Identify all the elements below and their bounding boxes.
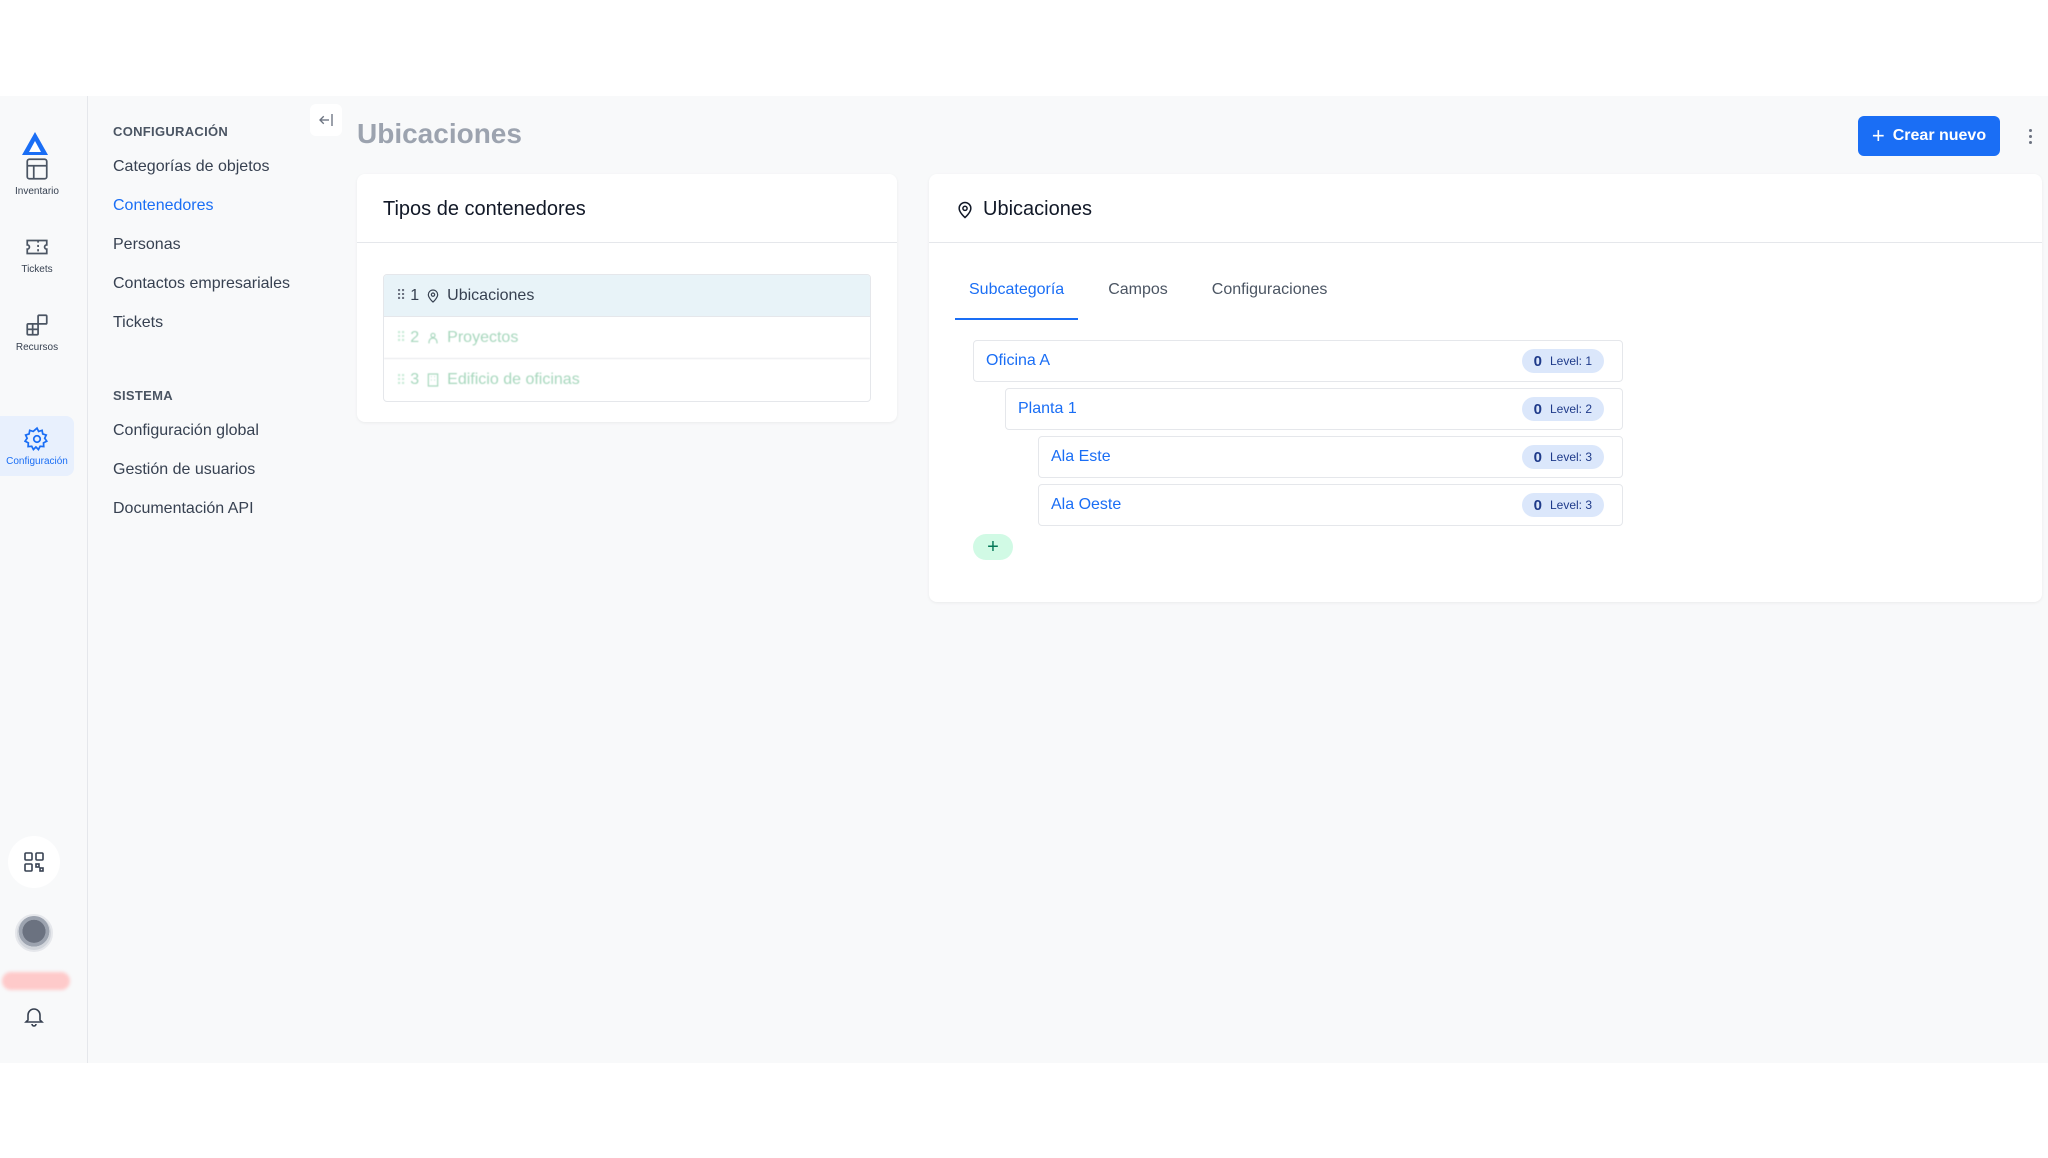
tree-item-label: Planta 1	[1018, 400, 1077, 417]
tab-subcategoria[interactable]: Subcategoría	[955, 274, 1079, 320]
rail-item-inventario[interactable]: Inventario	[0, 146, 74, 206]
section-heading-configuracion: CONFIGURACIÓN	[113, 124, 229, 139]
tree-item-label: Ala Oeste	[1051, 496, 1122, 513]
drag-handle-icon[interactable]: ⠿	[396, 287, 406, 304]
create-new-button[interactable]: + Crear nuevo	[1858, 116, 2000, 156]
card-title: Ubicaciones	[955, 198, 1092, 221]
kebab-dot	[2028, 134, 2032, 138]
nav-item-gestion-usuarios[interactable]: Gestión de usuarios	[113, 461, 255, 479]
container-types-card: Tipos de contenedores ⠿ 1 Ubicaciones ⠿ …	[357, 174, 897, 422]
icon-rail: Inventario Tickets Recursos Configuració…	[0, 96, 88, 1063]
item-count: 0	[1533, 352, 1542, 370]
group-icon	[428, 332, 438, 343]
tree-item-planta-1[interactable]: Planta 1 0 Level: 2	[1005, 388, 1623, 430]
create-new-label: Crear nuevo	[1892, 127, 1987, 144]
tab-configuraciones[interactable]: Configuraciones	[1198, 274, 1342, 320]
card-title: Tipos de contenedores	[383, 198, 586, 220]
level-badge: 0 Level: 3	[1521, 445, 1604, 469]
table-grid-icon	[26, 157, 48, 180]
nav-item-documentacion-api[interactable]: Documentación API	[113, 500, 254, 518]
blocks-icon	[26, 313, 48, 336]
arrow-left-bar-icon	[319, 114, 333, 126]
settings-sidebar: CONFIGURACIÓN Categorías de objetos Cont…	[88, 96, 346, 1063]
qr-code-icon	[24, 852, 44, 872]
map-pin-icon	[958, 201, 972, 218]
card-divider	[357, 242, 897, 243]
container-type-row[interactable]: ⠿ 3 Edificio de oficinas	[384, 359, 870, 401]
tree-item-ala-oeste[interactable]: Ala Oeste 0 Level: 3	[1038, 484, 1623, 526]
level-badge: 0 Level: 3	[1521, 493, 1604, 517]
container-type-list: ⠿ 1 Ubicaciones ⠿ 2 Proyectos ⠿ 3 Edific…	[383, 274, 871, 402]
type-name: Edificio de oficinas	[447, 371, 580, 388]
type-number: 2	[410, 328, 420, 346]
rail-label: Inventario	[15, 185, 59, 197]
tree-item-label: Oficina A	[986, 352, 1051, 369]
add-subcategory-button[interactable]: +	[973, 534, 1013, 560]
locations-card: Ubicaciones Subcategoría Campos Configur…	[929, 174, 2042, 602]
more-options-button[interactable]	[2020, 120, 2040, 152]
card-divider	[929, 242, 2042, 243]
nav-item-tickets[interactable]: Tickets	[113, 314, 163, 332]
level-label: Level: 2	[1549, 402, 1592, 416]
level-label: Level: 1	[1549, 354, 1592, 368]
nav-item-configuracion-global[interactable]: Configuración global	[113, 422, 259, 440]
item-count: 0	[1533, 448, 1542, 466]
level-badge: 0 Level: 2	[1521, 397, 1604, 421]
map-pin-icon	[427, 288, 439, 303]
rail-item-recursos[interactable]: Recursos	[0, 302, 74, 362]
tree-item-label: Ala Este	[1051, 448, 1111, 465]
container-type-row[interactable]: ⠿ 1 Ubicaciones	[384, 275, 870, 317]
collapse-sidebar-button[interactable]	[310, 104, 342, 136]
tab-campos[interactable]: Campos	[1094, 274, 1182, 320]
item-count: 0	[1533, 496, 1542, 514]
nav-item-personas[interactable]: Personas	[113, 236, 181, 254]
bell-icon	[24, 1008, 44, 1027]
page-title: Ubicaciones	[357, 118, 522, 149]
tab-bar: Subcategoría Campos Configuraciones	[955, 274, 1357, 320]
user-avatar[interactable]	[15, 914, 53, 952]
app-window: Inventario Tickets Recursos Configuració…	[0, 96, 2048, 1063]
environment-badge	[2, 972, 70, 990]
nav-item-contenedores[interactable]: Contenedores	[113, 197, 214, 215]
kebab-dot	[2028, 140, 2032, 144]
tree-item-ala-este[interactable]: Ala Este 0 Level: 3	[1038, 436, 1623, 478]
plus-icon: +	[1871, 123, 1885, 148]
nav-item-contactos[interactable]: Contactos empresariales	[113, 275, 290, 293]
building-icon	[427, 373, 439, 387]
rail-label: Configuración	[6, 455, 68, 467]
ticket-icon	[26, 239, 48, 254]
section-heading-sistema: SISTEMA	[113, 388, 173, 403]
qr-code-button[interactable]	[8, 836, 60, 888]
type-name: Proyectos	[447, 328, 519, 346]
type-name: Ubicaciones	[447, 286, 535, 304]
level-label: Level: 3	[1549, 450, 1592, 464]
notifications-button[interactable]	[8, 990, 60, 1042]
rail-item-configuracion[interactable]: Configuración	[0, 416, 74, 476]
kebab-dot	[2028, 128, 2032, 132]
type-number: 1	[410, 286, 420, 304]
drag-handle-icon[interactable]: ⠿	[396, 372, 406, 389]
locations-title: Ubicaciones	[983, 198, 1092, 220]
level-badge: 0 Level: 1	[1521, 349, 1604, 373]
container-type-row[interactable]: ⠿ 2 Proyectos	[384, 317, 870, 359]
tree-item-oficina-a[interactable]: Oficina A 0 Level: 1	[973, 340, 1623, 382]
level-label: Level: 3	[1549, 498, 1592, 512]
type-number: 3	[410, 371, 420, 388]
rail-label: Recursos	[15, 341, 59, 353]
drag-handle-icon[interactable]: ⠿	[396, 329, 406, 346]
gear-icon	[24, 426, 49, 451]
rail-label: Tickets	[21, 263, 53, 275]
item-count: 0	[1533, 400, 1542, 418]
rail-item-tickets[interactable]: Tickets	[0, 224, 74, 284]
nav-item-categorias[interactable]: Categorías de objetos	[113, 158, 270, 176]
